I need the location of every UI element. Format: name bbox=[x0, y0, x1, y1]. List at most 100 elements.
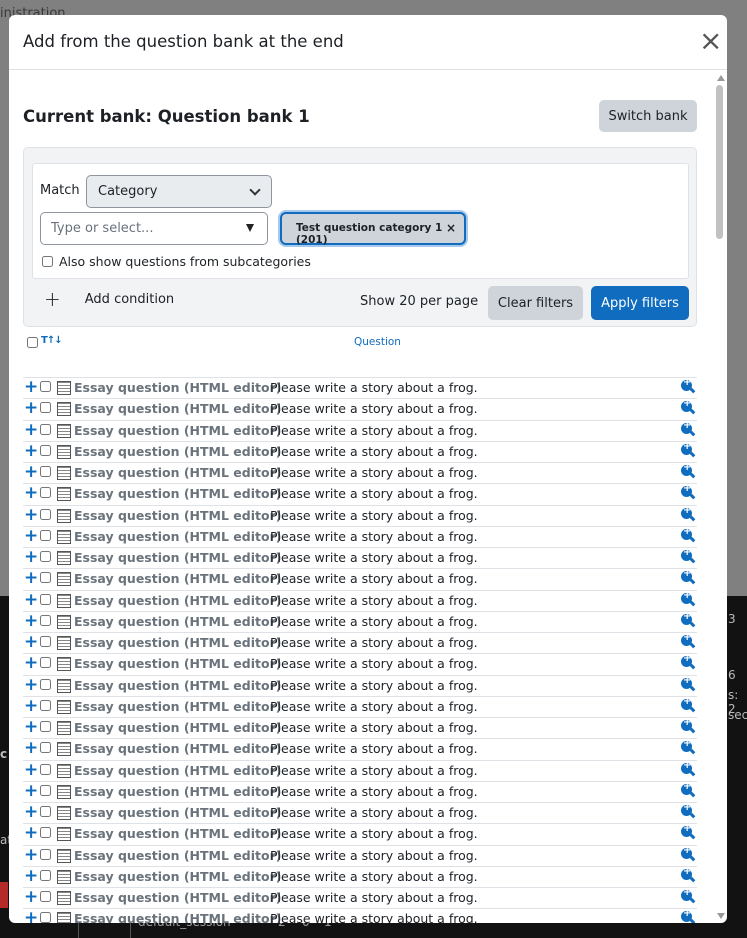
preview-magnifier-icon[interactable]: + bbox=[681, 441, 696, 458]
scroll-up-icon[interactable] bbox=[717, 75, 725, 81]
row-checkbox[interactable] bbox=[40, 636, 51, 647]
scroll-down-icon[interactable] bbox=[717, 913, 725, 919]
add-question-icon[interactable]: + bbox=[24, 420, 38, 440]
row-checkbox[interactable] bbox=[40, 572, 51, 584]
sort-by-type-icon[interactable]: T↑↓ bbox=[41, 335, 63, 346]
subcategories-option[interactable]: Also show questions from subcategories bbox=[42, 254, 311, 269]
row-checkbox[interactable] bbox=[40, 466, 51, 477]
preview-magnifier-icon[interactable]: + bbox=[681, 781, 696, 798]
preview-magnifier-icon[interactable]: + bbox=[681, 908, 696, 923]
category-tag[interactable]: Test question category 1 (201) × bbox=[280, 212, 466, 246]
magnifier-handle bbox=[689, 621, 696, 628]
subcategories-checkbox[interactable] bbox=[42, 256, 53, 267]
category-search-input[interactable] bbox=[40, 212, 268, 245]
preview-magnifier-icon[interactable]: + bbox=[681, 696, 696, 713]
row-checkbox[interactable] bbox=[40, 402, 51, 414]
modal-scrollbar[interactable] bbox=[715, 75, 725, 919]
row-checkbox[interactable] bbox=[40, 444, 51, 456]
preview-magnifier-icon[interactable]: + bbox=[681, 887, 696, 904]
preview-magnifier-icon[interactable]: + bbox=[681, 483, 696, 500]
table-row: + Essay question (HTML editor) Please writ… bbox=[23, 823, 697, 844]
add-question-icon[interactable]: + bbox=[24, 441, 38, 461]
add-question-icon[interactable]: + bbox=[24, 568, 38, 588]
select-all-checkbox[interactable] bbox=[27, 337, 38, 348]
row-checkbox[interactable] bbox=[40, 806, 51, 817]
preview-magnifier-icon[interactable]: + bbox=[681, 866, 696, 883]
add-question-icon[interactable]: + bbox=[24, 887, 38, 907]
add-question-icon[interactable]: + bbox=[24, 823, 38, 843]
add-question-icon[interactable]: + bbox=[24, 547, 38, 567]
add-question-icon[interactable]: + bbox=[24, 611, 38, 631]
add-question-icon[interactable]: + bbox=[24, 590, 38, 610]
add-question-icon[interactable]: + bbox=[24, 462, 38, 482]
row-checkbox[interactable] bbox=[40, 869, 51, 881]
preview-magnifier-icon[interactable]: + bbox=[681, 462, 696, 479]
row-checkbox[interactable] bbox=[40, 912, 51, 923]
row-checkbox[interactable] bbox=[40, 678, 51, 690]
tag-remove-icon[interactable]: × bbox=[446, 221, 456, 235]
add-question-icon[interactable]: + bbox=[24, 632, 38, 652]
add-question-icon[interactable]: + bbox=[24, 526, 38, 546]
add-question-icon[interactable]: + bbox=[24, 908, 38, 923]
preview-magnifier-icon[interactable]: + bbox=[681, 568, 696, 585]
apply-filters-button[interactable]: Apply filters bbox=[591, 286, 689, 320]
row-checkbox[interactable] bbox=[40, 381, 51, 392]
add-condition-button[interactable]: + Add condition bbox=[44, 289, 174, 309]
add-question-icon[interactable]: + bbox=[24, 717, 38, 737]
scrollbar-thumb[interactable] bbox=[716, 85, 723, 239]
row-checkbox[interactable] bbox=[40, 508, 51, 520]
close-icon[interactable]: × bbox=[699, 27, 722, 55]
add-question-icon[interactable]: + bbox=[24, 505, 38, 525]
add-question-icon[interactable]: + bbox=[24, 802, 38, 822]
preview-magnifier-icon[interactable]: + bbox=[681, 505, 696, 522]
add-question-icon[interactable]: + bbox=[24, 483, 38, 503]
add-question-icon[interactable]: + bbox=[24, 696, 38, 716]
row-checkbox[interactable] bbox=[40, 423, 51, 435]
preview-magnifier-icon[interactable]: + bbox=[681, 845, 696, 862]
preview-magnifier-icon[interactable]: + bbox=[681, 653, 696, 670]
row-checkbox[interactable] bbox=[40, 784, 51, 796]
row-checkbox[interactable] bbox=[40, 699, 51, 711]
preview-magnifier-icon[interactable]: + bbox=[681, 632, 696, 649]
dropdown-arrow-icon[interactable] bbox=[246, 224, 254, 232]
preview-magnifier-icon[interactable]: + bbox=[681, 717, 696, 734]
preview-magnifier-icon[interactable]: + bbox=[681, 526, 696, 543]
row-checkbox[interactable] bbox=[40, 487, 51, 499]
row-checkbox[interactable] bbox=[40, 742, 51, 754]
preview-magnifier-icon[interactable]: + bbox=[681, 760, 696, 777]
preview-magnifier-icon[interactable]: + bbox=[681, 398, 696, 415]
switch-bank-button[interactable]: Switch bank bbox=[599, 100, 697, 132]
add-question-icon[interactable]: + bbox=[24, 653, 38, 673]
preview-magnifier-icon[interactable]: + bbox=[681, 590, 696, 607]
row-checkbox[interactable] bbox=[40, 763, 51, 775]
row-checkbox[interactable] bbox=[40, 614, 51, 626]
preview-magnifier-icon[interactable]: + bbox=[681, 823, 696, 840]
row-checkbox[interactable] bbox=[40, 593, 51, 605]
essay-question-icon bbox=[57, 678, 71, 693]
preview-magnifier-icon[interactable]: + bbox=[681, 802, 696, 819]
add-question-icon[interactable]: + bbox=[24, 781, 38, 801]
question-column-header[interactable]: Question bbox=[354, 336, 401, 348]
row-checkbox[interactable] bbox=[40, 827, 51, 839]
preview-magnifier-icon[interactable]: + bbox=[681, 738, 696, 755]
row-checkbox[interactable] bbox=[40, 529, 51, 541]
add-question-icon[interactable]: + bbox=[24, 398, 38, 418]
add-question-icon[interactable]: + bbox=[24, 675, 38, 695]
match-select[interactable]: Category bbox=[86, 175, 272, 208]
preview-magnifier-icon[interactable]: + bbox=[681, 420, 696, 437]
row-checkbox[interactable] bbox=[40, 551, 51, 562]
add-question-icon[interactable]: + bbox=[24, 377, 38, 397]
add-question-icon[interactable]: + bbox=[24, 738, 38, 758]
row-checkbox[interactable] bbox=[40, 891, 51, 902]
add-question-icon[interactable]: + bbox=[24, 760, 38, 780]
row-checkbox[interactable] bbox=[40, 848, 51, 860]
add-question-icon[interactable]: + bbox=[24, 866, 38, 886]
row-checkbox[interactable] bbox=[40, 657, 51, 669]
preview-magnifier-icon[interactable]: + bbox=[681, 611, 696, 628]
preview-magnifier-icon[interactable]: + bbox=[681, 675, 696, 692]
add-question-icon[interactable]: + bbox=[24, 845, 38, 865]
preview-magnifier-icon[interactable]: + bbox=[681, 547, 696, 564]
preview-magnifier-icon[interactable]: + bbox=[681, 377, 696, 394]
clear-filters-button[interactable]: Clear filters bbox=[488, 286, 583, 320]
row-checkbox[interactable] bbox=[40, 721, 51, 732]
